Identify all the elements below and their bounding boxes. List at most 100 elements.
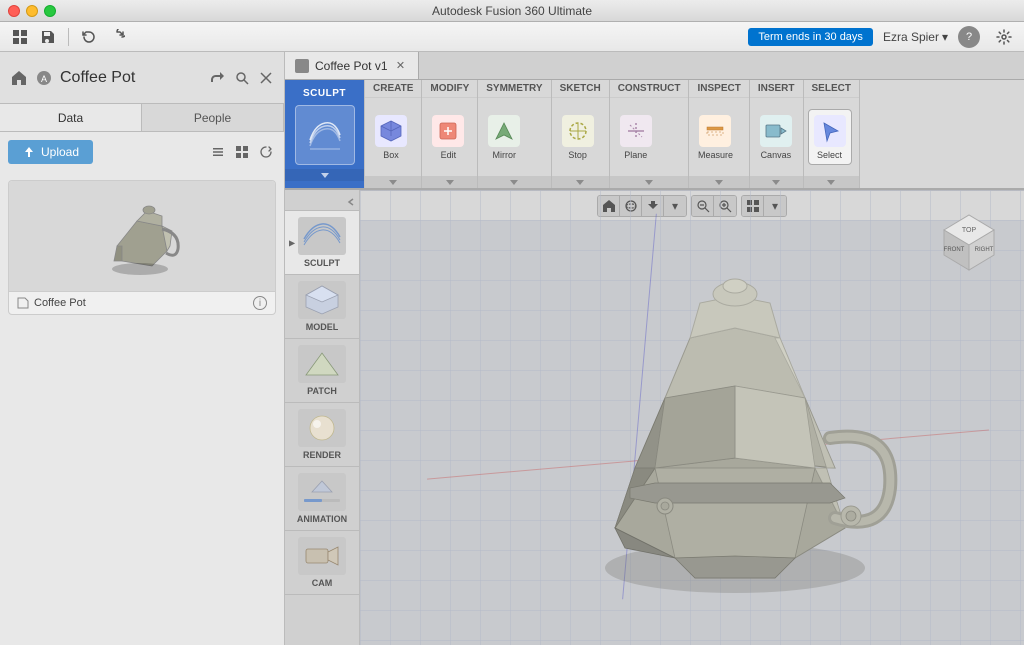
- file-preview-svg: [92, 191, 192, 281]
- box-label: Box: [383, 150, 399, 160]
- select-section: SELECT Select: [804, 80, 860, 188]
- insert-dropdown[interactable]: [750, 176, 803, 188]
- workspace-model[interactable]: MODEL: [285, 275, 359, 339]
- inspect-label: INSPECT: [689, 80, 748, 98]
- sketch-tool-button[interactable]: Stop: [556, 109, 600, 165]
- workspace-animation[interactable]: ANIMATION: [285, 467, 359, 531]
- symmetry-dropdown[interactable]: [478, 176, 550, 188]
- patch-mode-label: PATCH: [307, 386, 337, 396]
- inspect-tool-button[interactable]: Measure: [693, 109, 737, 165]
- upload-button[interactable]: Upload: [8, 140, 93, 164]
- title-bar-title: Autodesk Fusion 360 Ultimate: [432, 4, 592, 18]
- box-icon: [375, 115, 407, 147]
- construct-tool-button[interactable]: Plane: [614, 109, 658, 165]
- tab-people[interactable]: People: [142, 104, 284, 131]
- autodesk-icon: A: [36, 70, 52, 86]
- construct-section: CONSTRUCT Plane: [610, 80, 690, 188]
- refresh-button[interactable]: [256, 142, 276, 162]
- sculpt-icon-box: [295, 105, 355, 165]
- sketch-label: SKETCH: [552, 80, 609, 98]
- create-label: CREATE: [365, 80, 421, 98]
- sketch-icon: [562, 115, 594, 147]
- title-bar: Autodesk Fusion 360 Ultimate: [0, 0, 1024, 22]
- workspace-cam[interactable]: CAM: [285, 531, 359, 595]
- insert-label: INSERT: [750, 80, 803, 98]
- panel-collapse[interactable]: [285, 194, 359, 211]
- home-icon: [10, 69, 28, 87]
- insert-tool-button[interactable]: Canvas: [754, 109, 798, 165]
- panel-actions: Upload: [0, 132, 284, 172]
- create-box-button[interactable]: Box: [369, 109, 413, 165]
- file-icon: [17, 297, 29, 309]
- user-menu[interactable]: Ezra Spier ▾: [877, 28, 954, 46]
- svg-text:TOP: TOP: [962, 227, 977, 234]
- file-name: Coffee Pot: [34, 297, 86, 309]
- patch-thumb: [298, 345, 346, 383]
- construct-dropdown[interactable]: [610, 176, 689, 188]
- workspace-patch[interactable]: PATCH: [285, 339, 359, 403]
- select-dropdown[interactable]: [804, 176, 859, 188]
- modify-tool-button[interactable]: Edit: [426, 109, 470, 165]
- workspace-render[interactable]: RENDER: [285, 403, 359, 467]
- gizmo-cube[interactable]: TOP RIGHT FRONT: [934, 205, 1004, 275]
- symmetry-tool-button[interactable]: Mirror: [482, 109, 526, 165]
- model-mode-label: MODEL: [306, 322, 339, 332]
- cam-thumb: [298, 537, 346, 575]
- select-tool-button[interactable]: Select: [808, 109, 852, 165]
- symmetry-label: SYMMETRY: [478, 80, 550, 98]
- inspect-section: INSPECT Measure: [689, 80, 749, 188]
- sculpt-icon: [305, 115, 345, 155]
- model-thumb: [298, 281, 346, 319]
- doc-tab-close-button[interactable]: ✕: [394, 59, 408, 73]
- left-panel: A Coffee Pot Data People Upload: [0, 52, 285, 645]
- search-icon[interactable]: [234, 70, 250, 86]
- main-toolbar: Term ends in 30 days Ezra Spier ▾ ?: [0, 22, 1024, 52]
- sculpt-thumb: [298, 217, 346, 255]
- doc-tab-label: Coffee Pot v1: [315, 59, 388, 73]
- help-button[interactable]: ?: [958, 26, 980, 48]
- collapse-icon: [346, 197, 356, 207]
- minimize-button[interactable]: [26, 5, 38, 17]
- create-dropdown[interactable]: [365, 176, 421, 188]
- list-view-button[interactable]: [208, 142, 228, 162]
- symmetry-section: SYMMETRY Mirror: [478, 80, 551, 188]
- settings-button[interactable]: [992, 26, 1016, 48]
- undo-button[interactable]: [77, 26, 101, 48]
- content-area: A Coffee Pot Data People Upload: [0, 52, 1024, 645]
- traffic-lights[interactable]: [8, 5, 56, 17]
- tab-data[interactable]: Data: [0, 104, 142, 131]
- tab-bar: Data People: [0, 104, 284, 132]
- svg-text:A: A: [41, 74, 47, 84]
- construct-icon: [620, 115, 652, 147]
- close-panel-icon[interactable]: [258, 70, 274, 86]
- close-button[interactable]: [8, 5, 20, 17]
- workspace-sculpt[interactable]: ▶ SCULPT: [285, 211, 359, 275]
- 3d-model: [535, 248, 915, 588]
- info-button[interactable]: i: [253, 296, 267, 310]
- file-item[interactable]: Coffee Pot i: [8, 180, 276, 315]
- cam-mode-label: CAM: [312, 578, 333, 588]
- sculpt-mode-section[interactable]: SCULPT: [285, 80, 365, 188]
- sculpt-dropdown[interactable]: [285, 169, 364, 181]
- sketch-dropdown[interactable]: [552, 176, 609, 188]
- doc-tab[interactable]: Coffee Pot v1 ✕: [285, 52, 419, 79]
- share-icon[interactable]: [210, 70, 226, 86]
- viewport[interactable]: TOP RIGHT FRONT: [360, 190, 1024, 645]
- redo-button[interactable]: [105, 26, 129, 48]
- term-badge[interactable]: Term ends in 30 days: [748, 28, 873, 46]
- inspect-icon: [699, 115, 731, 147]
- insert-section: INSERT Canvas: [750, 80, 804, 188]
- main-area: ▶ SCULPT: [285, 190, 1024, 645]
- grid-view-button[interactable]: [8, 26, 32, 48]
- modify-dropdown[interactable]: [422, 176, 477, 188]
- sketch-section: SKETCH Stop: [552, 80, 610, 188]
- maximize-button[interactable]: [44, 5, 56, 17]
- save-button[interactable]: [36, 26, 60, 48]
- sculpt-mode-label: SCULPT: [304, 258, 340, 268]
- construct-label: CONSTRUCT: [610, 80, 689, 98]
- select-label: SELECT: [804, 80, 859, 98]
- sculpt-label: SCULPT: [295, 84, 354, 101]
- upload-icon: [22, 145, 36, 159]
- grid-view-button[interactable]: [232, 142, 252, 162]
- inspect-dropdown[interactable]: [689, 176, 748, 188]
